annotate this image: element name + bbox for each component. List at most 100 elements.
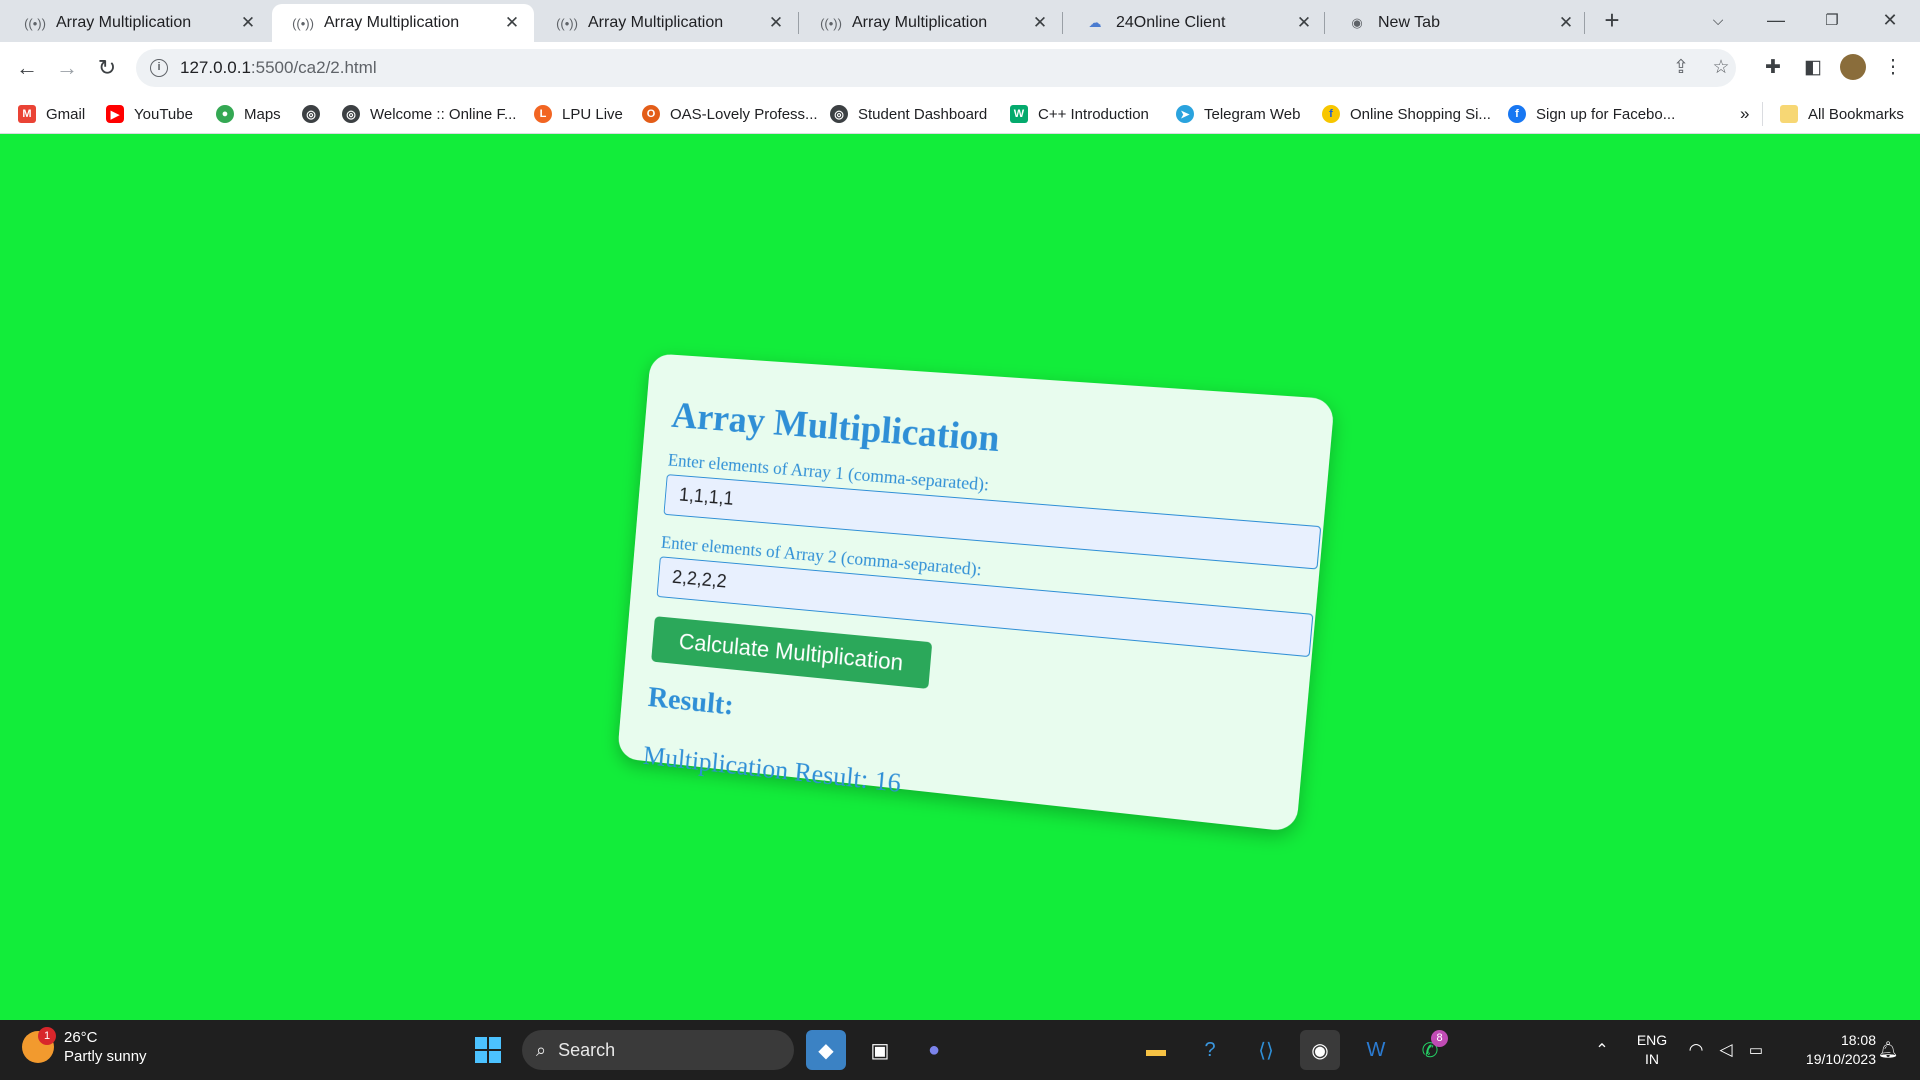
globe-icon: ◎	[302, 105, 320, 123]
globe-icon: ◎	[342, 105, 360, 123]
broadcast-icon: ((•))	[820, 15, 842, 31]
close-icon[interactable]: ✕	[1556, 13, 1576, 33]
tab-4[interactable]: ((•)) Array Multiplication ✕	[800, 4, 1062, 42]
tab-title: New Tab	[1378, 14, 1440, 31]
bookmark-youtube[interactable]: ▶ YouTube	[106, 103, 193, 125]
lang-top: ENG	[1636, 1032, 1668, 1048]
tab-1[interactable]: ((•)) Array Multiplication ✕	[4, 4, 270, 42]
tab-search-chevron-icon[interactable]: ⌵	[1690, 0, 1746, 40]
word-icon[interactable]: W	[1356, 1030, 1396, 1070]
folder-icon	[1780, 105, 1798, 123]
bookmark-cpp-introduction[interactable]: W C++ Introduction	[1010, 103, 1149, 125]
language-indicator[interactable]: ENG IN	[1630, 1031, 1674, 1069]
file-explorer-icon[interactable]: ▬	[1136, 1030, 1176, 1070]
weather-desc: Partly sunny	[64, 1048, 147, 1065]
task-view-icon[interactable]: ▣	[860, 1030, 900, 1070]
all-bookmarks-label: All Bookmarks	[1808, 105, 1904, 123]
bookmark-label: Welcome :: Online F...	[370, 105, 517, 123]
tab-5[interactable]: ☁ 24Online Client ✕	[1064, 4, 1326, 42]
calculate-button[interactable]: Calculate Multiplication	[651, 616, 933, 689]
lpu-live-icon: L	[534, 105, 552, 123]
all-bookmarks-button[interactable]: All Bookmarks	[1780, 103, 1904, 125]
tab-separator	[1062, 12, 1063, 34]
flipkart-icon: f	[1322, 105, 1340, 123]
new-tab-button[interactable]: +	[1584, 0, 1640, 40]
tab-title: Array Multiplication	[56, 14, 192, 31]
whatsapp-icon[interactable]: ✆ 8	[1410, 1030, 1450, 1070]
profile-avatar[interactable]	[1838, 52, 1868, 82]
tab-title: Array Multiplication	[324, 14, 460, 31]
extensions-icon[interactable]: ✚	[1758, 52, 1788, 82]
bookmark-telegram[interactable]: ➤ Telegram Web	[1176, 103, 1300, 125]
site-info-icon[interactable]: i	[150, 59, 168, 77]
bookmark-label: Telegram Web	[1204, 105, 1301, 123]
bookmark-label: Student Dashboard	[858, 105, 988, 123]
vscode-icon[interactable]: ⟨⟩	[1246, 1030, 1286, 1070]
oas-icon: O	[642, 105, 660, 123]
back-button[interactable]: ←	[10, 51, 44, 85]
start-button[interactable]	[468, 1030, 508, 1070]
facebook-icon: f	[1508, 105, 1526, 123]
get-help-icon[interactable]: ?	[1190, 1030, 1230, 1070]
tab-strip: ((•)) Array Multiplication ✕ ((•)) Array…	[0, 0, 1920, 42]
taskbar-search[interactable]: ⌕ Search	[522, 1030, 794, 1070]
bookmark-student-dashboard[interactable]: ◎ Student Dashboard	[830, 103, 987, 125]
close-window-button[interactable]: ✕	[1862, 0, 1918, 40]
minimize-button[interactable]: —	[1748, 0, 1804, 40]
tab-title: 24Online Client	[1116, 14, 1226, 31]
bookmark-oas[interactable]: O OAS-Lovely Profess...	[642, 103, 818, 125]
close-icon[interactable]: ✕	[1030, 13, 1050, 33]
whatsapp-badge: 8	[1431, 1030, 1448, 1047]
bookmarks-bar: M Gmail ▶ YouTube ● Maps ◎ ◎ Welcome :: …	[0, 94, 1920, 134]
url-path: :5500/ca2/2.html	[250, 58, 377, 77]
w3schools-icon: W	[1010, 105, 1028, 123]
notification-bell-icon[interactable]: 🔔︎	[1868, 1030, 1908, 1070]
globe-icon: ◎	[830, 105, 848, 123]
bookmarks-overflow-button[interactable]: »	[1740, 103, 1749, 125]
tab-title: Array Multiplication	[588, 14, 724, 31]
close-icon[interactable]: ✕	[766, 13, 786, 33]
teams-chat-icon[interactable]: ●	[914, 1030, 954, 1070]
close-icon[interactable]: ✕	[1294, 13, 1314, 33]
bookmark-maps[interactable]: ● Maps	[216, 103, 281, 125]
address-bar[interactable]: i 127.0.0.1:5500/ca2/2.html	[136, 49, 1736, 87]
bookmark-lpu-live[interactable]: L LPU Live	[534, 103, 623, 125]
tab-title: Array Multiplication	[852, 14, 988, 31]
close-icon[interactable]: ✕	[502, 13, 522, 33]
share-icon[interactable]: ⇪	[1666, 52, 1696, 82]
restore-button[interactable]: ❐	[1804, 0, 1860, 40]
search-label: Search	[558, 1039, 616, 1060]
broadcast-icon: ((•))	[24, 15, 46, 31]
side-panel-icon[interactable]: ◧	[1798, 52, 1828, 82]
clock[interactable]: 18:08 19/10/2023	[1780, 1031, 1876, 1069]
bookmark-facebook[interactable]: f Sign up for Facebo...	[1508, 103, 1675, 125]
bookmark-gmail[interactable]: M Gmail	[18, 103, 85, 125]
bookmark-globe[interactable]: ◎	[302, 103, 330, 125]
bookmark-star-icon[interactable]: ☆	[1706, 52, 1736, 82]
bookmark-label: YouTube	[134, 105, 193, 123]
menu-icon[interactable]: ⋮	[1878, 52, 1908, 82]
bookmark-label: LPU Live	[562, 105, 623, 123]
tab-6[interactable]: ◉ New Tab ✕	[1326, 4, 1588, 42]
broadcast-icon: ((•))	[292, 15, 314, 31]
bookmark-label: Maps	[244, 105, 281, 123]
broadcast-icon: ((•))	[556, 15, 578, 31]
tab-2-active[interactable]: ((•)) Array Multiplication ✕	[272, 4, 534, 42]
telegram-icon: ➤	[1176, 105, 1194, 123]
bookmark-online-shopping[interactable]: f Online Shopping Si...	[1322, 103, 1491, 125]
bookmark-label: OAS-Lovely Profess...	[670, 105, 818, 123]
browser-toolbar: ← → ↻ i 127.0.0.1:5500/ca2/2.html ⇪ ☆ ✚ …	[0, 42, 1920, 94]
show-hidden-icons-chevron-icon[interactable]: ⌃	[1582, 1030, 1622, 1070]
battery-icon[interactable]: ▭	[1736, 1030, 1776, 1070]
forward-button[interactable]: →	[50, 51, 84, 85]
tab-3[interactable]: ((•)) Array Multiplication ✕	[536, 4, 798, 42]
close-icon[interactable]: ✕	[238, 13, 258, 33]
reload-button[interactable]: ↻	[90, 51, 124, 85]
chrome-icon: ◉	[1351, 15, 1363, 30]
chrome-taskbar-icon[interactable]: ◉	[1300, 1030, 1340, 1070]
gmail-icon: M	[18, 105, 36, 123]
bookmark-welcome-online[interactable]: ◎ Welcome :: Online F...	[342, 103, 516, 125]
weather-widget[interactable]: 1 26°C Partly sunny	[22, 1027, 147, 1066]
copilot-icon[interactable]: ◆	[806, 1030, 846, 1070]
url-host: 127.0.0.1	[180, 58, 251, 77]
